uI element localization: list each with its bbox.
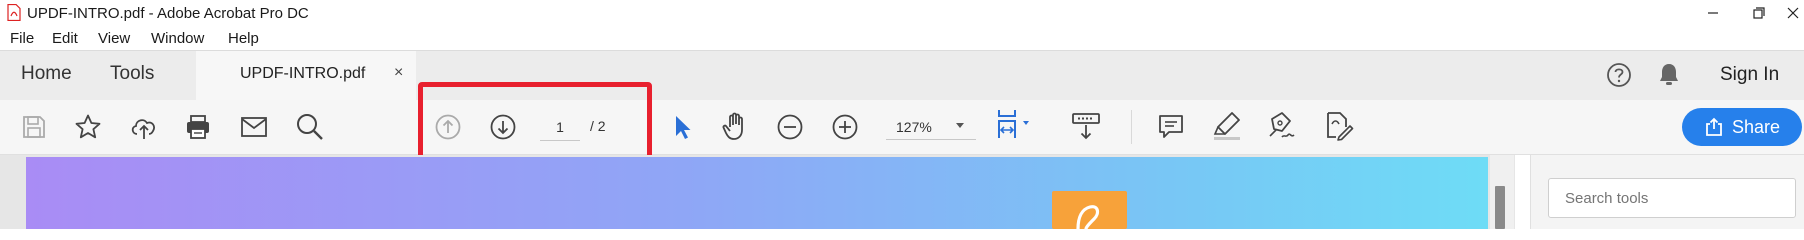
title-bar: UPDF-INTRO.pdf - Adobe Acrobat Pro DC — [0, 0, 1804, 26]
help-button[interactable] — [1603, 59, 1635, 91]
zoom-in-icon — [832, 114, 858, 140]
annotation-highlight-box — [418, 82, 652, 164]
edit-pdf-button[interactable] — [1322, 110, 1354, 142]
comment-icon — [1159, 115, 1183, 138]
sign-icon — [1269, 112, 1295, 138]
fit-page-icon — [998, 110, 1029, 138]
document-tab-label[interactable]: UPDF-INTRO.pdf — [240, 65, 365, 83]
page-display-button[interactable] — [994, 108, 1040, 140]
highlight-icon — [1213, 112, 1240, 140]
zoom-out-icon — [777, 114, 803, 140]
highlight-button[interactable] — [1211, 110, 1243, 142]
print-button[interactable] — [182, 111, 214, 143]
pdf-file-icon — [7, 4, 21, 21]
tab-tools[interactable]: Tools — [110, 63, 154, 85]
bookmark-button[interactable] — [72, 111, 104, 143]
close-tab-button[interactable]: × — [394, 64, 403, 82]
menu-window[interactable]: Window — [151, 30, 204, 47]
updf-logo — [1052, 191, 1127, 229]
zoom-value: 127% — [896, 119, 932, 135]
minimize-button[interactable] — [1690, 0, 1736, 26]
window-title: UPDF-INTRO.pdf - Adobe Acrobat Pro DC — [27, 5, 309, 22]
upload-button[interactable] — [128, 111, 160, 143]
email-button[interactable] — [238, 111, 270, 143]
close-icon — [1787, 7, 1799, 19]
bookmark-star-icon — [75, 114, 101, 139]
minimize-icon — [1708, 12, 1718, 14]
save-button[interactable] — [18, 111, 50, 143]
pdf-page[interactable] — [26, 157, 1488, 229]
print-icon — [187, 115, 209, 139]
menu-bar — [0, 26, 1804, 50]
scrollbar-thumb[interactable] — [1495, 186, 1505, 229]
scroll-mode-button[interactable] — [1068, 110, 1104, 142]
scroll-mode-icon — [1072, 113, 1100, 140]
comment-button[interactable] — [1155, 111, 1187, 143]
menu-help[interactable]: Help — [228, 30, 259, 47]
hand-tool-button[interactable] — [720, 110, 752, 142]
email-icon — [241, 117, 267, 137]
share-icon — [1706, 117, 1722, 136]
restore-icon — [1753, 7, 1765, 19]
help-icon — [1607, 63, 1631, 87]
zoom-in-button[interactable] — [829, 111, 861, 143]
save-icon — [23, 116, 45, 138]
close-window-button[interactable] — [1770, 0, 1804, 26]
notifications-button[interactable] — [1653, 59, 1685, 91]
share-label: Share — [1731, 116, 1781, 137]
hand-icon — [722, 112, 743, 140]
chevron-down-icon — [956, 123, 964, 128]
bell-icon — [1660, 64, 1678, 85]
search-tools-input[interactable] — [1548, 178, 1796, 218]
share-button[interactable]: Share — [1682, 108, 1802, 146]
menu-view[interactable]: View — [98, 30, 130, 47]
sign-button[interactable] — [1266, 110, 1298, 142]
sign-in-link[interactable]: Sign In — [1720, 64, 1779, 86]
toolbar-divider — [1131, 110, 1132, 144]
edit-pdf-icon — [1327, 112, 1354, 141]
select-tool-button[interactable] — [666, 111, 698, 143]
zoom-out-button[interactable] — [774, 111, 806, 143]
logo-glyph-icon — [1076, 205, 1100, 229]
find-icon — [297, 114, 323, 140]
upload-cloud-icon — [131, 119, 155, 139]
select-cursor-icon — [676, 116, 691, 139]
menu-file[interactable]: File — [10, 30, 34, 47]
tab-home[interactable]: Home — [21, 63, 72, 85]
menu-edit[interactable]: Edit — [52, 30, 78, 47]
find-button[interactable] — [294, 111, 326, 143]
